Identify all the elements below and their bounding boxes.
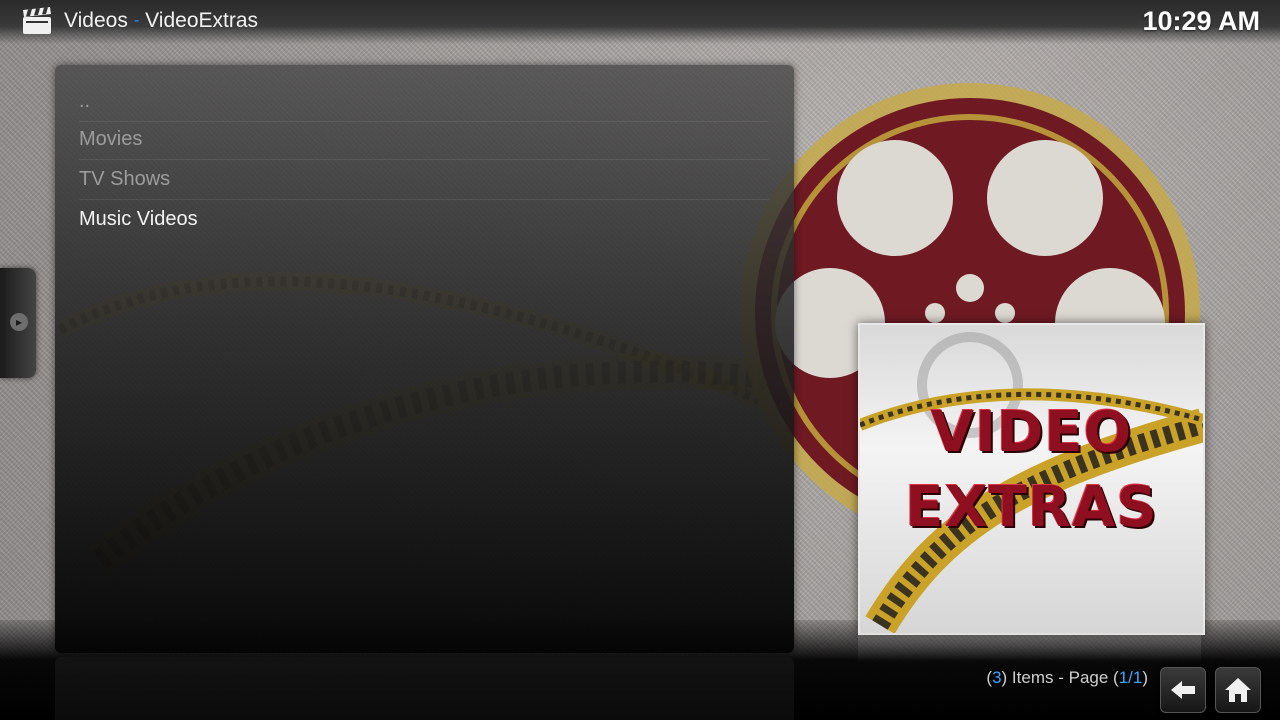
home-icon bbox=[1225, 678, 1251, 702]
back-arrow-icon bbox=[1171, 681, 1195, 699]
file-list-panel: .. Movies TV Shows Music Videos bbox=[55, 65, 794, 653]
item-count-label: (3) Items - Page (1/1) bbox=[986, 668, 1148, 688]
clapperboard-icon bbox=[23, 7, 51, 34]
poster-title-line-2: EXTRAS bbox=[905, 475, 1158, 540]
addon-poster: VIDEO EXTRAS bbox=[858, 323, 1205, 635]
list-item-music-videos[interactable]: Music Videos bbox=[79, 199, 769, 239]
list-item-parent[interactable]: .. bbox=[79, 81, 769, 121]
list-item-tv-shows[interactable]: TV Shows bbox=[79, 159, 769, 199]
item-count-number: 3 bbox=[992, 668, 1002, 687]
poster-title-line-1: VIDEO bbox=[930, 400, 1133, 465]
breadcrumb-separator: - bbox=[133, 12, 140, 29]
chevron-right-icon: ▸ bbox=[10, 313, 28, 331]
top-bar: Videos - VideoExtras 10:29 AM bbox=[0, 0, 1280, 44]
page-number: 1/1 bbox=[1118, 668, 1143, 687]
home-button[interactable] bbox=[1215, 667, 1261, 713]
breadcrumb-section: Videos bbox=[64, 9, 128, 32]
count-paren-close: ) bbox=[1142, 668, 1148, 687]
list-panel-footer bbox=[55, 657, 794, 720]
breadcrumb: Videos - VideoExtras bbox=[64, 9, 258, 33]
poster-reflection bbox=[858, 633, 1201, 663]
list-item-movies[interactable]: Movies bbox=[79, 119, 769, 159]
item-count-text: ) Items - Page ( bbox=[1001, 668, 1119, 687]
back-button[interactable] bbox=[1160, 667, 1206, 713]
side-menu-tab[interactable]: ▸ bbox=[0, 268, 36, 378]
clock: 10:29 AM bbox=[1142, 6, 1260, 36]
breadcrumb-addon: VideoExtras bbox=[145, 9, 259, 32]
